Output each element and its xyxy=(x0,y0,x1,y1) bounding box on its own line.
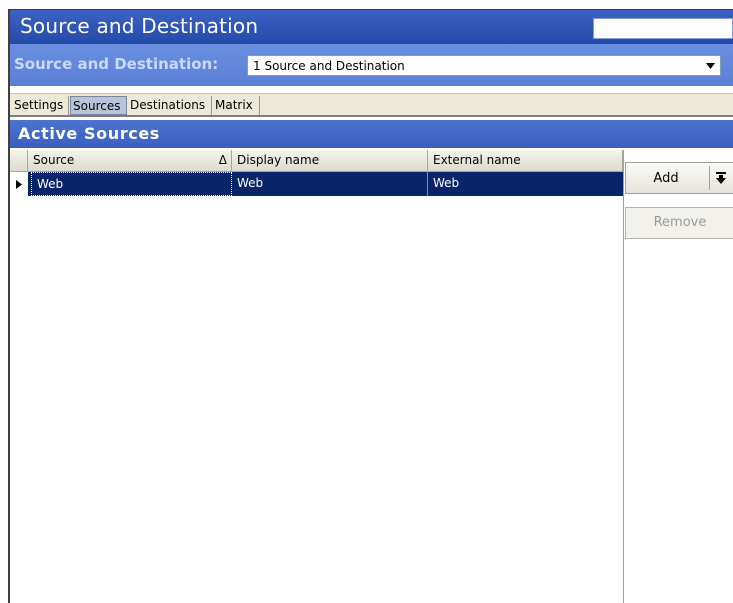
remove-button[interactable]: Remove xyxy=(625,207,733,239)
app-window: Source and Destination Source and Destin… xyxy=(8,9,733,603)
row-header-gutter xyxy=(10,150,28,171)
tab-matrix[interactable]: Matrix xyxy=(213,96,260,115)
split-divider xyxy=(709,166,710,190)
table-row[interactable]: Web Web Web xyxy=(10,172,623,196)
column-header-display-name[interactable]: Display name xyxy=(232,150,428,171)
selector-label: Source and Destination: xyxy=(14,55,219,73)
column-header-source[interactable]: Source Δ xyxy=(28,150,232,171)
add-button[interactable]: Add xyxy=(625,162,733,194)
add-button-label: Add xyxy=(653,171,679,186)
add-dropdown-arrow-icon[interactable] xyxy=(711,168,731,188)
tab-settings[interactable]: Settings xyxy=(12,96,69,115)
cell-source[interactable]: Web xyxy=(31,172,232,196)
selector-bar: Source and Destination: 1 Source and Des… xyxy=(10,44,733,86)
select-value: 1 Source and Destination xyxy=(253,59,405,73)
section-title: Active Sources xyxy=(18,124,160,143)
cell-display-name[interactable]: Web xyxy=(232,172,428,196)
active-sources-header: Active Sources xyxy=(10,120,733,148)
column-header-source-label: Source xyxy=(33,153,75,167)
window-frame-top xyxy=(0,0,733,9)
tab-sources[interactable]: Sources xyxy=(70,96,127,115)
tab-destinations[interactable]: Destinations xyxy=(128,96,212,115)
grid-header: Source Δ Display name External name xyxy=(10,150,623,172)
dropdown-arrow-icon[interactable] xyxy=(700,56,720,75)
row-selector-arrow-icon xyxy=(10,172,28,196)
title-bar: Source and Destination xyxy=(10,9,733,45)
sort-ascending-icon: Δ xyxy=(218,153,227,167)
title-search-box[interactable] xyxy=(593,18,733,39)
column-header-external-name[interactable]: External name xyxy=(428,150,623,171)
tab-strip: Settings Sources Destinations Matrix xyxy=(10,93,733,117)
source-destination-select[interactable]: 1 Source and Destination xyxy=(247,55,721,76)
window-frame-left xyxy=(0,0,8,603)
window-title: Source and Destination xyxy=(20,14,259,38)
cell-external-name[interactable]: Web xyxy=(428,172,623,196)
sources-grid[interactable]: Source Δ Display name External name Web … xyxy=(10,150,624,603)
